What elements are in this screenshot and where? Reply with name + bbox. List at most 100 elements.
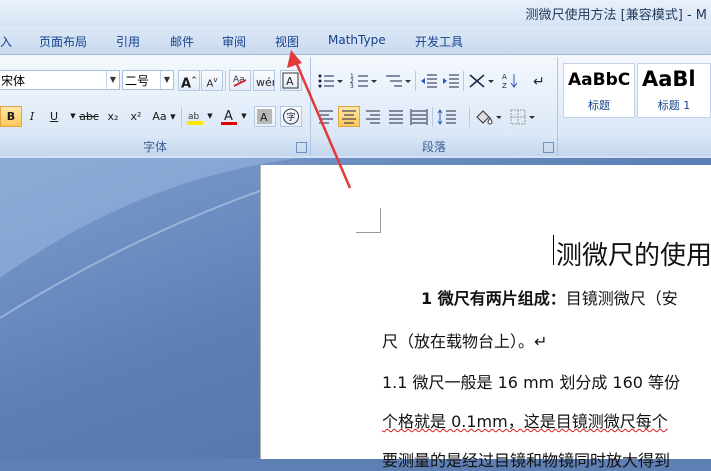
style-name: 标题 1 [657,99,691,112]
chevron-down-icon[interactable]: ▼ [238,106,250,127]
font-size-value: 二号 [125,74,150,88]
svg-text:A: A [502,73,507,81]
numbering-icon[interactable]: 123 [349,70,379,91]
document-title: 测微尺的使用 [556,241,711,271]
document-page[interactable]: 测微尺的使用 1 微尺有两片组成：目镜测微尺（安 尺（放在载物台上）。↵ 1.1… [260,165,711,470]
svg-text:Z: Z [502,82,507,90]
divider [225,71,226,91]
doc-line-text: 1.1 微尺一般是 16 mm 划分成 160 等份 [382,373,681,392]
tab-insert[interactable]: 入 [0,33,12,50]
svg-text:3: 3 [350,83,354,90]
change-case-label: Aa [152,110,167,123]
divider [432,107,433,127]
chevron-down-icon[interactable]: ▼ [160,71,173,89]
svg-text:↵: ↵ [533,74,545,90]
divider [469,107,470,127]
decrease-indent-icon[interactable] [418,70,440,91]
style-sample: AaBbC [568,70,631,90]
style-sample: AaBl [642,67,696,91]
strikethrough-button[interactable]: abc [78,106,100,127]
svg-text:字: 字 [287,111,296,123]
shading-icon[interactable] [472,106,502,127]
align-center-icon[interactable] [338,106,360,127]
font-group-label: 字体 [0,138,310,156]
superscript-button[interactable]: x² [125,106,147,127]
doc-line-text: 个格就是 0.1mm，这是目镜测微尺每个 [382,412,668,431]
doc-line-2: 尺（放在载物台上）。↵ [382,328,547,352]
tab-developer[interactable]: 开发工具 [415,33,463,50]
ribbon-tabs: 入 页面布局 引用 邮件 审阅 视图 MathType 开发工具 [0,26,711,55]
increase-indent-icon[interactable] [440,70,462,91]
divider [415,71,416,91]
font-name-value: 宋体 [1,74,26,88]
style-heading-1[interactable]: AaBl 标题 1 [637,63,711,118]
char-shading-icon[interactable]: A [254,106,276,127]
phonetic-guide-icon[interactable]: wén [253,70,275,91]
svg-text:wén: wén [256,76,274,89]
tab-page-layout[interactable]: 页面布局 [39,33,87,50]
doc-line-text: 目镜测微尺（安 [565,289,678,308]
doc-line-5: 要测量的是经过目镜和物镜同时放大得到 [382,447,670,471]
window-title: 测微尺使用方法 [兼容模式] - M [525,8,707,23]
clear-format-icon[interactable]: Aa [229,70,251,91]
font-size-combo[interactable]: 二号 ▼ [122,70,174,90]
styles-group-label [558,138,711,156]
tab-review[interactable]: 审阅 [222,33,246,50]
line-spacing-icon[interactable] [435,106,465,127]
chevron-down-icon[interactable]: ▼ [204,106,216,127]
paragraph-group-label-text: 段落 [421,140,446,154]
styles-group: AaBbC 标题 AaBl 标题 1 [558,57,711,156]
distributed-icon[interactable] [408,106,430,127]
change-case-button[interactable]: Aa ▾ [149,106,179,127]
enclosed-char-icon[interactable]: 字 [280,106,302,127]
svg-text:A: A [260,111,268,124]
tab-mailings[interactable]: 邮件 [170,33,194,50]
sort-icon[interactable]: AZ [499,70,521,91]
style-heading[interactable]: AaBbC 标题 [563,63,635,118]
doc-line-4: 个格就是 0.1mm，这是目镜测微尺每个 [382,408,668,432]
grow-font-button[interactable]: A^ [178,70,200,91]
text-caret [553,235,554,265]
align-left-icon[interactable] [315,106,337,127]
asian-layout-icon[interactable] [466,70,496,91]
grow-font-label: A [181,76,192,92]
font-color-icon[interactable]: A [218,106,240,127]
borders-icon[interactable] [507,106,537,127]
doc-line-text: 尺（放在载物台上）。↵ [382,332,548,351]
doc-bold-lead: 1 微尺有两片组成： [421,289,566,308]
svg-text:A: A [286,75,294,88]
font-group-label-text: 字体 [142,140,167,154]
paragraph-group-label: 段落 [311,138,557,156]
style-name: 标题 [588,99,610,112]
show-marks-icon[interactable]: ↵ [527,70,549,91]
doc-line-3: 1.1 微尺一般是 16 mm 划分成 160 等份 [382,369,680,393]
title-bar: 测微尺使用方法 [兼容模式] - M [0,0,711,26]
dialog-launcher-icon[interactable] [296,142,307,153]
multilevel-list-icon[interactable] [383,70,413,91]
paragraph-group: 123 AZ ↵ 段落 [311,57,558,156]
font-name-combo[interactable]: 宋体 ▼ [0,70,120,90]
align-right-icon[interactable] [362,106,384,127]
tab-view[interactable]: 视图 [275,33,299,50]
dialog-launcher-icon[interactable] [543,142,554,153]
highlight-icon[interactable]: ab [184,106,206,127]
ribbon: 宋体 ▼ 二号 ▼ A^ Av Aa wén A B I U ▼ abc x₂ … [0,55,711,158]
svg-text:A: A [224,109,233,124]
svg-text:ab: ab [188,112,200,122]
justify-icon[interactable] [385,106,407,127]
tab-references[interactable]: 引用 [116,33,140,50]
divider [181,107,182,127]
doc-line-1: 1 微尺有两片组成：目镜测微尺（安 [421,285,678,309]
bold-button[interactable]: B [0,106,22,127]
tab-mathtype[interactable]: MathType [328,33,386,47]
char-border-icon[interactable]: A [280,70,302,91]
bullets-icon[interactable] [315,70,345,91]
italic-button[interactable]: I [21,106,43,127]
chevron-down-icon[interactable]: ▼ [106,71,119,89]
crop-mark [356,208,381,233]
subscript-button[interactable]: x₂ [102,106,124,127]
font-group: 宋体 ▼ 二号 ▼ A^ Av Aa wén A B I U ▼ abc x₂ … [0,57,311,156]
shrink-font-button[interactable]: Av [201,70,223,91]
divider [463,71,464,91]
doc-line-text: 要测量的是经过目镜和物镜同时放大得到 [382,451,671,470]
